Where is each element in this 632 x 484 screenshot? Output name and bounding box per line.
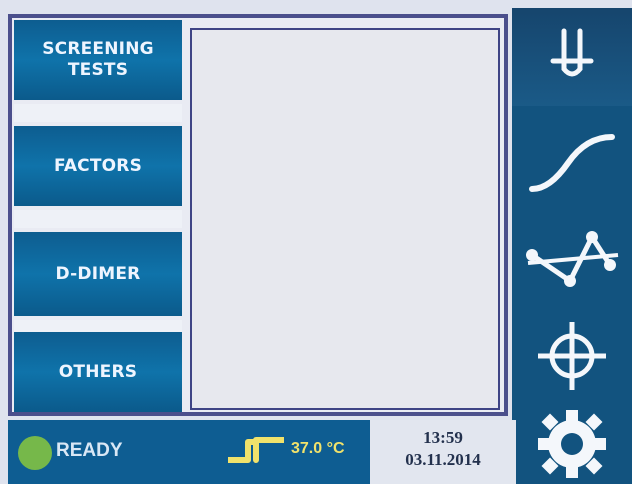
device-screen: SCREENING TESTS FACTORS D-DIMER OTHERS R… bbox=[0, 0, 632, 484]
thermometer-icon bbox=[226, 434, 286, 478]
main-frame-inner: SCREENING TESTS FACTORS D-DIMER OTHERS bbox=[12, 18, 504, 412]
cuvette-icon[interactable] bbox=[512, 14, 632, 100]
status-text: READY bbox=[56, 440, 123, 461]
graph-icon-svg bbox=[526, 231, 619, 287]
clock-date: 03.11.2014 bbox=[405, 450, 481, 469]
status-bar: READY 37.0 °C 13:59 03.11.2014 bbox=[8, 420, 516, 484]
main-frame: SCREENING TESTS FACTORS D-DIMER OTHERS bbox=[8, 14, 508, 416]
curve-icon-svg bbox=[529, 134, 615, 192]
menu-item-label-line2: TESTS bbox=[67, 60, 129, 80]
gear-icon-svg bbox=[538, 410, 606, 478]
graph-icon[interactable] bbox=[512, 216, 632, 306]
menu-item-others[interactable]: OTHERS bbox=[14, 332, 182, 412]
gear-icon[interactable] bbox=[512, 406, 632, 482]
menu-item-screening-tests[interactable]: SCREENING TESTS bbox=[14, 20, 182, 100]
cuvette-icon-svg bbox=[550, 28, 594, 77]
clock: 13:59 03.11.2014 bbox=[370, 420, 516, 484]
menu-item-d-dimer-label: D-DIMER bbox=[55, 263, 141, 284]
temperature-value: 37.0 °C bbox=[291, 440, 345, 457]
right-toolbar bbox=[512, 8, 632, 484]
display-area bbox=[190, 28, 500, 410]
menu-item-others-label: OTHERS bbox=[58, 361, 138, 382]
menu-item-factors[interactable]: FACTORS bbox=[14, 126, 182, 206]
ready-indicator-icon bbox=[18, 436, 52, 470]
menu-separator bbox=[14, 210, 182, 228]
menu-item-factors-label: FACTORS bbox=[53, 155, 143, 176]
curve-icon[interactable] bbox=[512, 118, 632, 208]
menu-item-d-dimer[interactable]: D-DIMER bbox=[14, 232, 182, 316]
clock-time: 13:59 bbox=[423, 428, 463, 447]
menu-separator bbox=[14, 104, 182, 122]
thermometer-icon-svg bbox=[228, 437, 284, 463]
crosshair-icon[interactable] bbox=[512, 314, 632, 398]
menu-item-label-line1: SCREENING bbox=[42, 39, 154, 59]
crosshair-icon-svg bbox=[538, 322, 606, 390]
menu-item-screening-tests-label: SCREENING TESTS bbox=[42, 39, 154, 81]
